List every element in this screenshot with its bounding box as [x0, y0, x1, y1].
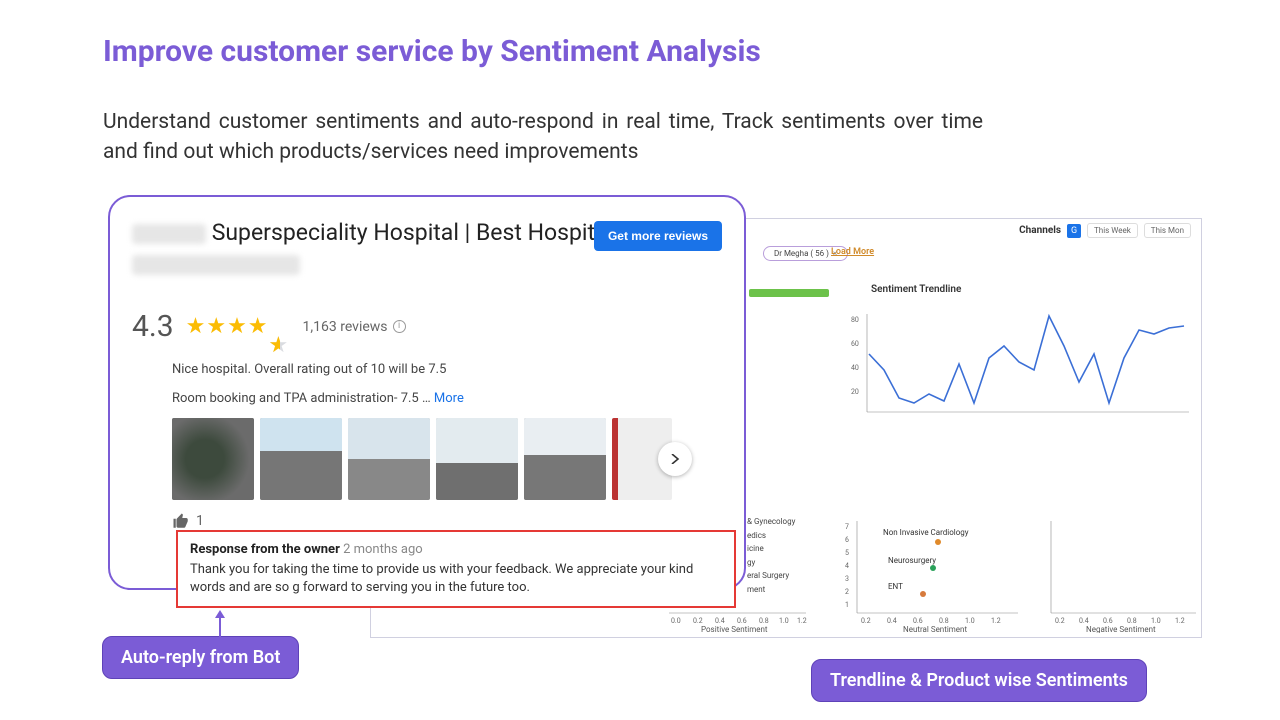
photo-thumbnail[interactable] — [260, 418, 342, 500]
svg-text:0.2: 0.2 — [693, 617, 703, 625]
chevron-right-icon — [670, 454, 680, 464]
svg-text:Positive Sentiment: Positive Sentiment — [701, 625, 768, 633]
svg-text:0.8: 0.8 — [759, 617, 769, 625]
filter-pill-text: Dr Megha ( 56 ) — [774, 249, 829, 258]
svg-text:1.0: 1.0 — [1151, 617, 1161, 625]
svg-text:60: 60 — [851, 340, 859, 348]
owner-response-body: Thank you for taking the time to provide… — [190, 561, 722, 596]
more-link[interactable]: More — [434, 391, 464, 406]
svg-text:1.2: 1.2 — [991, 617, 1001, 625]
svg-text:0.4: 0.4 — [887, 617, 897, 625]
negative-sentiment-chart: Counts 0.20.40.60.81.01.2 Negative Senti… — [1031, 513, 1201, 633]
photo-thumbnails — [172, 418, 722, 500]
svg-text:1.0: 1.0 — [965, 617, 975, 625]
svg-text:2: 2 — [845, 588, 849, 596]
thumbs-up-icon — [172, 512, 190, 530]
svg-text:20: 20 — [851, 388, 859, 396]
sentiment-bar — [749, 289, 829, 297]
svg-text:Neurosurgery: Neurosurgery — [888, 556, 936, 565]
svg-text:0.0: 0.0 — [671, 617, 681, 625]
svg-text:80: 80 — [851, 316, 859, 324]
like-count: 1 — [196, 513, 204, 529]
svg-text:0.6: 0.6 — [913, 617, 923, 625]
page-subheading: Understand customer sentiments and auto-… — [103, 107, 983, 168]
svg-text:5: 5 — [845, 549, 849, 557]
svg-text:Neutral Sentiment: Neutral Sentiment — [903, 625, 967, 633]
svg-text:0.8: 0.8 — [939, 617, 949, 625]
trendline-badge: Trendline & Product wise Sentiments — [811, 659, 1147, 702]
svg-text:1.0: 1.0 — [779, 617, 789, 625]
svg-text:0.2: 0.2 — [1055, 617, 1065, 625]
photo-thumbnail[interactable] — [436, 418, 518, 500]
photo-thumbnail[interactable] — [172, 418, 254, 500]
owner-response-title: Response from the owner — [190, 542, 340, 557]
redacted-text — [132, 255, 300, 275]
svg-text:0.6: 0.6 — [1103, 617, 1113, 625]
next-photo-button[interactable] — [658, 442, 692, 476]
page-heading: Improve customer service by Sentiment An… — [103, 34, 761, 69]
channels-label: Channels — [1019, 225, 1061, 236]
trendline-chart: 80 60 40 20 — [849, 304, 1199, 444]
svg-text:4: 4 — [845, 562, 849, 570]
owner-response-time: 2 months ago — [343, 542, 423, 557]
redacted-text — [132, 224, 206, 244]
channel-google-icon[interactable]: G — [1067, 224, 1081, 238]
svg-text:40: 40 — [851, 364, 859, 372]
photo-thumbnail[interactable] — [348, 418, 430, 500]
review-text-line2: Room booking and TPA administration- 7.5… — [172, 391, 722, 406]
star-rating-icon: ★★★★★★ — [186, 314, 291, 339]
tab-this-week[interactable]: This Week — [1087, 223, 1138, 238]
svg-text:0.6: 0.6 — [737, 617, 747, 625]
reviews-count[interactable]: 1,163 reviews i — [303, 319, 406, 335]
svg-text:3: 3 — [845, 575, 849, 583]
svg-text:Negative Sentiment: Negative Sentiment — [1086, 625, 1156, 633]
svg-text:1: 1 — [845, 601, 849, 609]
svg-text:0.2: 0.2 — [861, 617, 871, 625]
photo-thumbnail[interactable] — [524, 418, 606, 500]
svg-text:1.2: 1.2 — [797, 617, 807, 625]
neutral-sentiment-chart: Counts 7654321 Non Invasive Cardiology N… — [833, 513, 1023, 633]
load-more-link[interactable]: Load More — [831, 247, 874, 257]
rating-value: 4.3 — [132, 309, 174, 344]
svg-text:0.4: 0.4 — [715, 617, 725, 625]
svg-text:0.8: 0.8 — [1127, 617, 1137, 625]
svg-text:1.2: 1.2 — [1175, 617, 1185, 625]
info-icon[interactable]: i — [393, 320, 406, 333]
tab-this-month[interactable]: This Mon — [1144, 223, 1191, 238]
owner-response-box: Response from the owner 2 months ago Tha… — [176, 530, 736, 608]
svg-text:0.4: 0.4 — [1079, 617, 1089, 625]
review-text-line1: Nice hospital. Overall rating out of 10 … — [172, 362, 722, 377]
svg-text:Non Invasive Cardiology: Non Invasive Cardiology — [883, 528, 969, 537]
auto-reply-badge: Auto-reply from Bot — [102, 636, 299, 679]
svg-text:ENT: ENT — [888, 582, 903, 591]
trendline-title: Sentiment Trendline — [871, 284, 961, 295]
get-more-reviews-button[interactable]: Get more reviews — [594, 221, 722, 251]
like-row[interactable]: 1 — [172, 512, 722, 530]
svg-text:7: 7 — [845, 523, 849, 531]
svg-text:6: 6 — [845, 536, 849, 544]
